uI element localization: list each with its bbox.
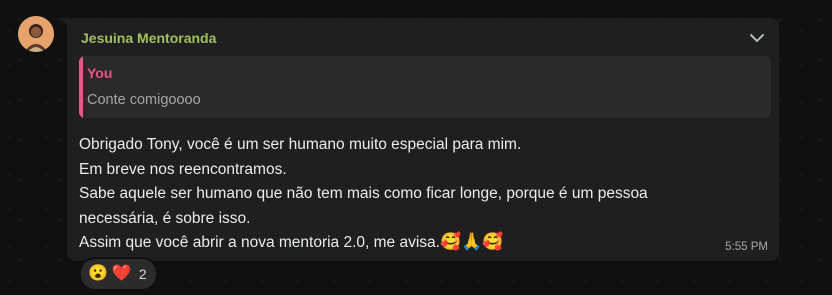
avatar[interactable] — [18, 16, 54, 52]
reactions-pill[interactable]: 😮 ❤️ 2 — [79, 257, 158, 291]
message-timestamp: 5:55 PM — [725, 241, 768, 253]
message-line: Obrigado Tony, você é um ser humano muit… — [79, 136, 522, 153]
quote-accent-bar — [79, 56, 83, 118]
surprised-face-emoji: 😮 — [88, 265, 108, 282]
smiling-face-with-hearts-emoji: 🥰 — [482, 232, 504, 251]
quoted-text: Conte comigoooo — [87, 92, 201, 108]
message-line-last: Assim que você abrir a nova mentoria 2.0… — [79, 231, 739, 256]
folded-hands-emoji: 🙏 — [461, 232, 483, 251]
smiling-face-with-hearts-emoji: 🥰 — [439, 232, 462, 251]
avatar-image — [18, 16, 54, 52]
red-heart-emoji: ❤️ — [111, 265, 132, 282]
reaction-count: 2 — [138, 266, 147, 282]
message-line: Sabe aquele ser humano que não tem mais … — [79, 185, 648, 202]
message-bubble[interactable]: Jesuina Mentoranda You Conte comigoooo O… — [67, 18, 779, 261]
quoted-author: You — [87, 65, 113, 81]
sender-name[interactable]: Jesuina Mentoranda — [81, 30, 216, 46]
message-line-text: Assim que você abrir a nova mentoria 2.0… — [79, 234, 440, 251]
quoted-message[interactable]: You Conte comigoooo — [79, 56, 771, 118]
chevron-down-icon[interactable] — [747, 30, 767, 46]
message-line: necessária, é sobre isso. — [79, 209, 251, 227]
message-text: Obrigado Tony, você é um ser humano muit… — [79, 133, 739, 256]
message-line: Em breve nos reencontramos. — [79, 160, 287, 178]
